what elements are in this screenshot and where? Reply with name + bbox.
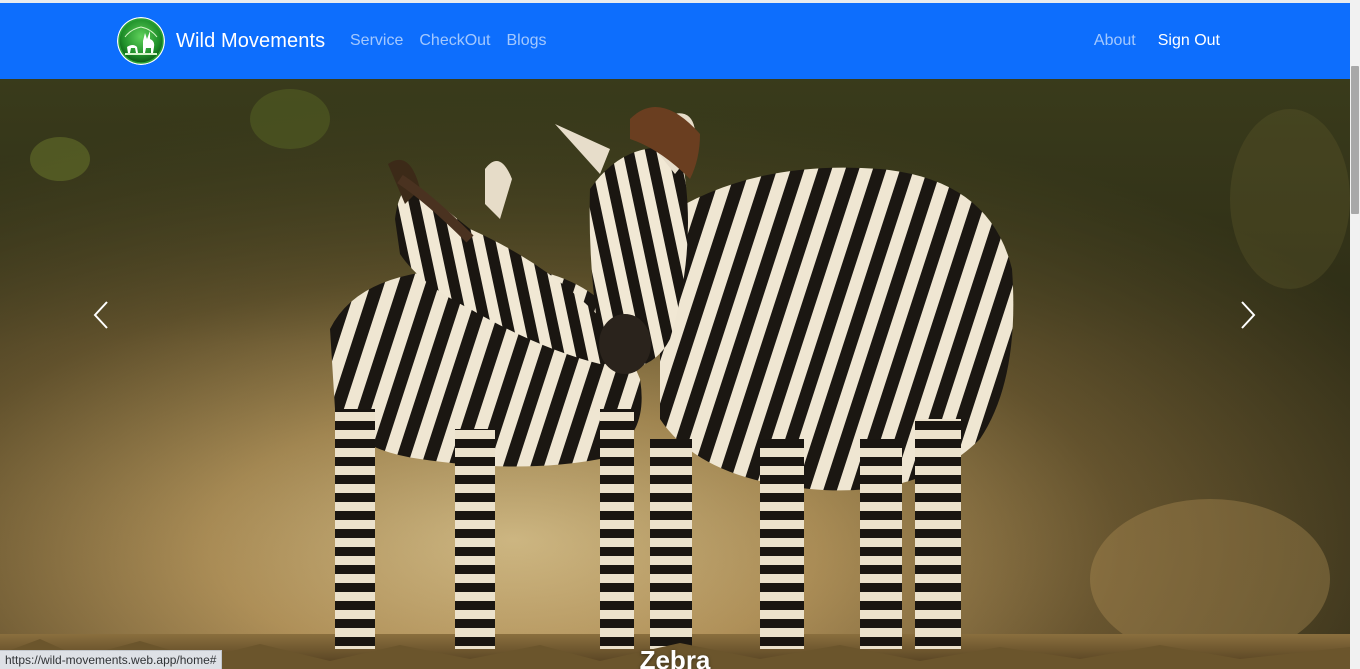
scrollbar-thumb[interactable] [1351,66,1359,214]
zebra-slide-image [0,79,1350,669]
nav-link-blogs[interactable]: Blogs [507,32,547,50]
carousel-next-button[interactable] [1228,300,1268,330]
nav-link-service[interactable]: Service [350,32,403,50]
nav-link-checkout[interactable]: CheckOut [419,32,490,50]
page: Wild Movements Service CheckOut Blogs Ab… [0,0,1360,669]
chevron-left-icon [93,301,108,329]
sign-out-link[interactable]: Sign Out [1158,32,1220,50]
page-scrollbar[interactable] [1350,0,1360,669]
nav-link-about[interactable]: About [1094,32,1136,50]
brand-name: Wild Movements [176,29,326,52]
navbar: Wild Movements Service CheckOut Blogs Ab… [0,3,1350,79]
brand-link[interactable]: Wild Movements [117,16,325,66]
browser-status-url: https://wild-movements.web.app/home# [0,650,223,669]
wildlife-globe-logo [117,17,165,65]
nav-left-group: Service CheckOut Blogs [350,32,547,50]
hero-carousel: Zebra [0,79,1350,669]
nav-right-group: About Sign Out [1094,32,1220,50]
carousel-prev-button[interactable] [81,300,121,330]
chevron-right-icon [1241,301,1256,329]
slide-caption: Zebra [639,645,711,669]
